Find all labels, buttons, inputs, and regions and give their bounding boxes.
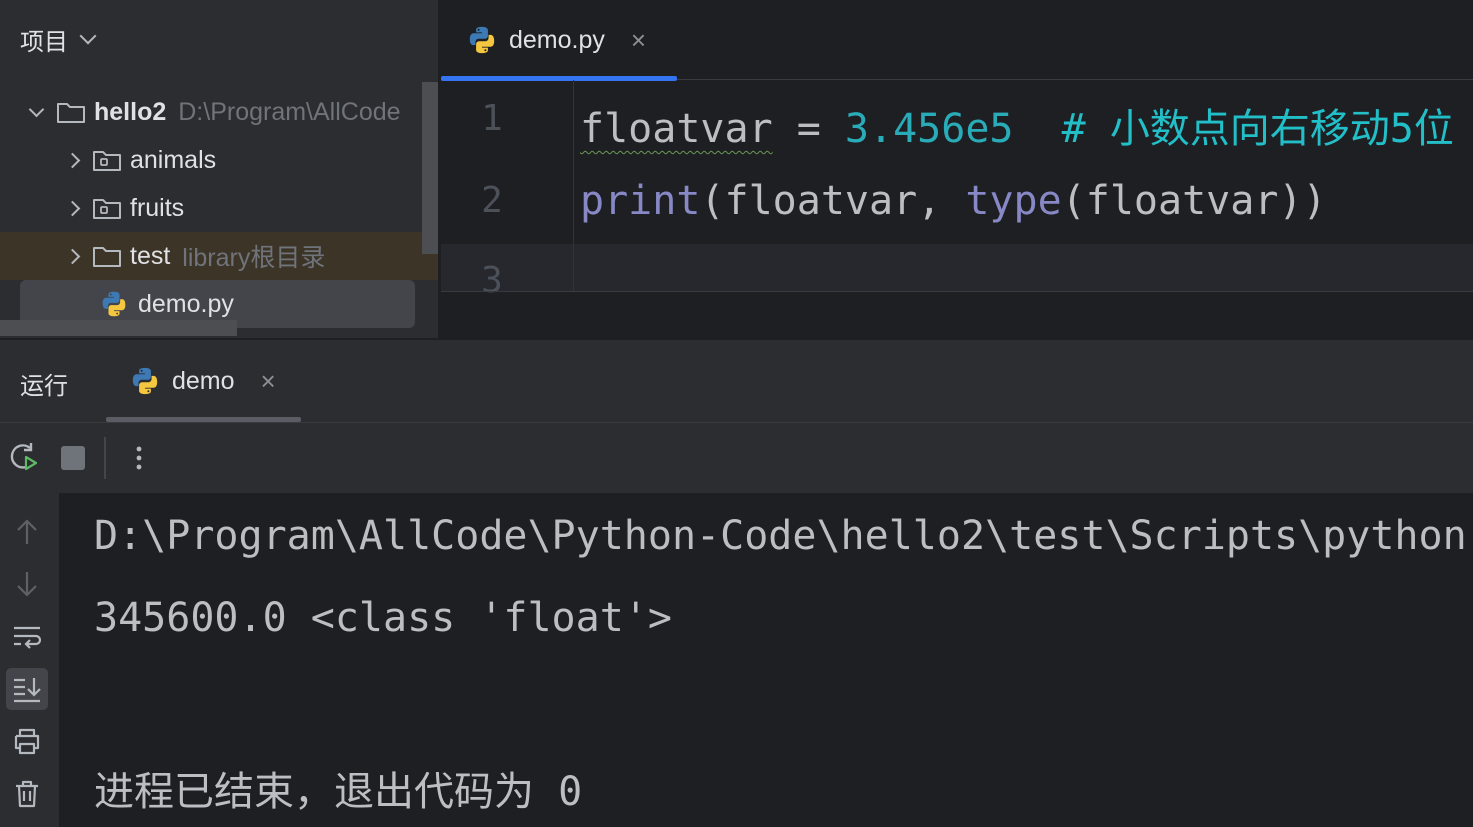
tree-item-label: test: [130, 241, 171, 270]
line-number: 2: [481, 180, 503, 221]
toolbar-separator: [104, 437, 106, 479]
console-output[interactable]: D:\Program\AllCode\Python-Code\hello2\te…: [59, 493, 1473, 827]
tree-item-hello2[interactable]: hello2 D:\Program\AllCode: [0, 88, 438, 136]
stop-icon[interactable]: [61, 446, 85, 470]
tree-item-library-hint: library根目录: [182, 244, 326, 272]
code-line-1[interactable]: floatvar = 3.456e5 # 小数点向右移动5位: [580, 96, 1454, 154]
tree-item-label: hello2: [94, 97, 167, 126]
tree-item-label: fruits: [130, 193, 185, 222]
more-vertical-icon[interactable]: [128, 441, 150, 475]
editor-divider: [441, 291, 1473, 292]
horizontal-scrollbar[interactable]: [0, 320, 237, 336]
editor: demo.py × 1 2 3 floatvar = 3.456e5 # 小数点…: [441, 0, 1473, 338]
code-operator: =: [772, 106, 845, 152]
trash-icon[interactable]: [6, 773, 48, 815]
code-text: (floatvar)): [1061, 178, 1327, 224]
code-line-2[interactable]: print(floatvar, type(floatvar)): [580, 178, 1327, 224]
folder-icon: [92, 244, 122, 268]
code-text: (floatvar,: [700, 178, 966, 224]
code-identifier: floatvar: [580, 106, 773, 152]
tree-item-fruits[interactable]: fruits: [0, 184, 438, 232]
line-number: 1: [481, 98, 503, 139]
tree-item-path-hint: D:\Program\AllCode: [178, 97, 401, 126]
vertical-scrollbar[interactable]: [422, 82, 438, 254]
tree-item-label: demo.py: [138, 289, 234, 318]
current-line-highlight: [441, 244, 1473, 292]
rerun-icon[interactable]: [6, 440, 40, 474]
console-line-command: D:\Program\AllCode\Python-Code\hello2\te…: [94, 513, 1473, 559]
run-panel-title: 运行: [20, 373, 68, 400]
folder-icon: [92, 196, 122, 220]
line-number: 3: [481, 260, 503, 301]
chevron-right-icon[interactable]: [52, 248, 92, 264]
chevron-right-icon[interactable]: [52, 200, 92, 216]
console-line-output: 345600.0 <class 'float'>: [94, 595, 672, 641]
python-file-icon: [467, 25, 497, 55]
arrow-up-icon[interactable]: [6, 511, 48, 553]
run-toolbar: [0, 423, 1473, 493]
console-side-toolbar: [0, 493, 59, 827]
console-line-exit: 进程已结束，退出代码为 0: [94, 769, 583, 815]
scroll-to-end-icon[interactable]: [6, 668, 48, 710]
chevron-down-icon: [79, 27, 97, 45]
tree-item-test[interactable]: test library根目录: [0, 232, 438, 280]
print-icon[interactable]: [6, 720, 48, 762]
editor-tab-label: demo.py: [509, 25, 605, 54]
run-tab-label: demo: [172, 366, 235, 395]
code-comment: # 小数点向右移动5位: [1013, 106, 1454, 152]
project-panel-title: 项目: [20, 28, 68, 56]
python-file-icon: [130, 366, 160, 396]
line-number-gutter: 1 2 3: [441, 80, 574, 301]
python-file-icon: [100, 290, 128, 318]
code-number: 3.456e5: [844, 106, 1014, 152]
arrow-down-icon[interactable]: [6, 563, 48, 605]
close-icon[interactable]: ×: [261, 366, 276, 397]
editor-tab-bar: demo.py ×: [441, 0, 1473, 81]
chevron-down-icon[interactable]: [16, 101, 56, 117]
project-panel: 项目 hello2 D:\Program\AllCode animals fru…: [0, 0, 438, 338]
run-tab-demo[interactable]: demo ×: [106, 340, 301, 422]
code-builtin: print: [580, 178, 701, 224]
folder-icon: [92, 148, 122, 172]
chevron-right-icon[interactable]: [52, 152, 92, 168]
tree-item-label: animals: [130, 145, 217, 174]
soft-wrap-icon[interactable]: [6, 616, 48, 658]
folder-icon: [56, 100, 86, 124]
close-icon[interactable]: ×: [631, 25, 646, 56]
editor-tab-demo-py[interactable]: demo.py ×: [441, 0, 677, 81]
tree-item-animals[interactable]: animals: [0, 136, 438, 184]
code-builtin: type: [965, 178, 1062, 224]
project-view-selector[interactable]: 项目: [20, 22, 97, 56]
run-panel: 运行 demo × D:\Program\AllCode\Python-Code…: [0, 338, 1473, 827]
